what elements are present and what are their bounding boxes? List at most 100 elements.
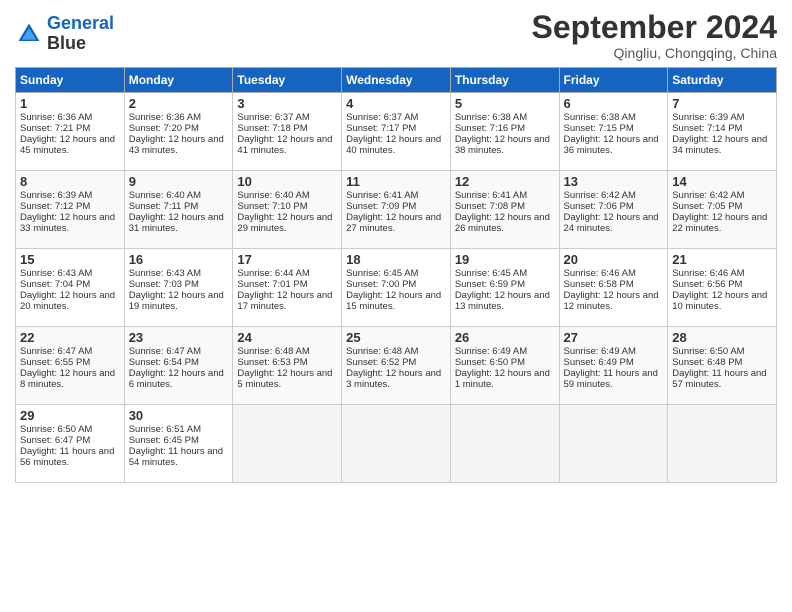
daylight-label: Daylight: 12 hours and 19 minutes. [129, 290, 224, 312]
sunrise-label: Sunrise: 6:47 AM [129, 346, 201, 357]
main-container: General Blue September 2024 Qingliu, Cho… [0, 0, 792, 493]
day-number: 6 [564, 96, 664, 111]
col-thursday: Thursday [450, 68, 559, 93]
day-cell-29: 29Sunrise: 6:50 AMSunset: 6:47 PMDayligh… [16, 405, 125, 483]
sunrise-label: Sunrise: 6:48 AM [237, 346, 309, 357]
day-cell-21: 21Sunrise: 6:46 AMSunset: 6:56 PMDayligh… [668, 249, 777, 327]
day-number: 20 [564, 252, 664, 267]
daylight-label: Daylight: 12 hours and 15 minutes. [346, 290, 441, 312]
sunrise-label: Sunrise: 6:50 AM [672, 346, 744, 357]
sunset-label: Sunset: 7:18 PM [237, 123, 307, 134]
day-number: 10 [237, 174, 337, 189]
sunset-label: Sunset: 7:16 PM [455, 123, 525, 134]
daylight-label: Daylight: 11 hours and 59 minutes. [564, 368, 658, 390]
calendar-week-5: 29Sunrise: 6:50 AMSunset: 6:47 PMDayligh… [16, 405, 777, 483]
sunrise-label: Sunrise: 6:38 AM [564, 112, 636, 123]
sunset-label: Sunset: 6:48 PM [672, 357, 742, 368]
daylight-label: Daylight: 12 hours and 29 minutes. [237, 212, 332, 234]
day-cell-19: 19Sunrise: 6:45 AMSunset: 6:59 PMDayligh… [450, 249, 559, 327]
daylight-label: Daylight: 12 hours and 6 minutes. [129, 368, 224, 390]
header: General Blue September 2024 Qingliu, Cho… [15, 10, 777, 61]
empty-cell [233, 405, 342, 483]
daylight-label: Daylight: 12 hours and 33 minutes. [20, 212, 115, 234]
sunrise-label: Sunrise: 6:36 AM [129, 112, 201, 123]
sunset-label: Sunset: 6:52 PM [346, 357, 416, 368]
day-number: 22 [20, 330, 120, 345]
sunset-label: Sunset: 6:53 PM [237, 357, 307, 368]
day-cell-27: 27Sunrise: 6:49 AMSunset: 6:49 PMDayligh… [559, 327, 668, 405]
day-number: 13 [564, 174, 664, 189]
calendar-table: Sunday Monday Tuesday Wednesday Thursday… [15, 67, 777, 483]
day-number: 12 [455, 174, 555, 189]
daylight-label: Daylight: 12 hours and 34 minutes. [672, 134, 767, 156]
sunrise-label: Sunrise: 6:39 AM [672, 112, 744, 123]
daylight-label: Daylight: 11 hours and 54 minutes. [129, 446, 223, 468]
day-cell-12: 12Sunrise: 6:41 AMSunset: 7:08 PMDayligh… [450, 171, 559, 249]
daylight-label: Daylight: 12 hours and 5 minutes. [237, 368, 332, 390]
sunset-label: Sunset: 7:00 PM [346, 279, 416, 290]
calendar-week-1: 1 Sunrise: 6:36 AM Sunset: 7:21 PM Daylight… [16, 93, 777, 171]
day-cell-1: 1Sunrise: 6:36 AMSunset: 7:21 PMDaylight… [16, 93, 125, 171]
day-cell-26: 26Sunrise: 6:49 AMSunset: 6:50 PMDayligh… [450, 327, 559, 405]
daylight-label: Daylight: 12 hours and 27 minutes. [346, 212, 441, 234]
day-number: 14 [672, 174, 772, 189]
day-cell-20: 20Sunrise: 6:46 AMSunset: 6:58 PMDayligh… [559, 249, 668, 327]
daylight-label: Daylight: 12 hours and 20 minutes. [20, 290, 115, 312]
day-cell-6: 6Sunrise: 6:38 AMSunset: 7:15 PMDaylight… [559, 93, 668, 171]
col-sunday: Sunday [16, 68, 125, 93]
sunset-label: Sunset: 7:20 PM [129, 123, 199, 134]
logo: General Blue [15, 14, 114, 54]
daylight-label: Daylight: 12 hours and 31 minutes. [129, 212, 224, 234]
day-cell-8: 8Sunrise: 6:39 AMSunset: 7:12 PMDaylight… [16, 171, 125, 249]
day-number: 21 [672, 252, 772, 267]
day-number: 1 [20, 96, 120, 111]
day-cell-24: 24Sunrise: 6:48 AMSunset: 6:53 PMDayligh… [233, 327, 342, 405]
sunset-label: Sunset: 6:59 PM [455, 279, 525, 290]
daylight-label: Daylight: 12 hours and 41 minutes. [237, 134, 332, 156]
daylight-label: Daylight: 11 hours and 57 minutes. [672, 368, 766, 390]
sunset-label: Sunset: 7:21 PM [20, 123, 90, 134]
day-number: 8 [20, 174, 120, 189]
col-saturday: Saturday [668, 68, 777, 93]
month-title: September 2024 [532, 10, 777, 45]
sunset-label: Sunset: 6:49 PM [564, 357, 634, 368]
sunset-label: Sunset: 7:09 PM [346, 201, 416, 212]
empty-cell [450, 405, 559, 483]
sunrise-label: Sunrise: 6:44 AM [237, 268, 309, 279]
sunrise-label: Sunrise: 6:40 AM [129, 190, 201, 201]
sunset-label: Sunset: 6:55 PM [20, 357, 90, 368]
sunset-label: Sunset: 6:58 PM [564, 279, 634, 290]
daylight-label: Daylight: 12 hours and 38 minutes. [455, 134, 550, 156]
day-number: 15 [20, 252, 120, 267]
daylight-label: Daylight: 12 hours and 10 minutes. [672, 290, 767, 312]
day-cell-5: 5Sunrise: 6:38 AMSunset: 7:16 PMDaylight… [450, 93, 559, 171]
daylight-label: Daylight: 12 hours and 22 minutes. [672, 212, 767, 234]
sunrise-label: Sunrise: 6:51 AM [129, 424, 201, 435]
day-number: 30 [129, 408, 229, 423]
sunrise-label: Sunrise: 6:43 AM [129, 268, 201, 279]
calendar-week-2: 8Sunrise: 6:39 AMSunset: 7:12 PMDaylight… [16, 171, 777, 249]
day-number: 11 [346, 174, 446, 189]
day-cell-10: 10Sunrise: 6:40 AMSunset: 7:10 PMDayligh… [233, 171, 342, 249]
day-cell-4: 4Sunrise: 6:37 AMSunset: 7:17 PMDaylight… [342, 93, 451, 171]
day-cell-11: 11Sunrise: 6:41 AMSunset: 7:09 PMDayligh… [342, 171, 451, 249]
day-number: 23 [129, 330, 229, 345]
daylight-label: Daylight: 12 hours and 17 minutes. [237, 290, 332, 312]
daylight-label: Daylight: 12 hours and 40 minutes. [346, 134, 441, 156]
sunset-label: Sunset: 7:03 PM [129, 279, 199, 290]
sunset-label: Sunset: 6:54 PM [129, 357, 199, 368]
sunset-label: Sunset: 7:10 PM [237, 201, 307, 212]
day-number: 27 [564, 330, 664, 345]
empty-cell [342, 405, 451, 483]
calendar-week-4: 22 Sunrise: 6:47 AM Sunset: 6:55 PM Dayligh… [16, 327, 777, 405]
day-number: 9 [129, 174, 229, 189]
header-row: Sunday Monday Tuesday Wednesday Thursday… [16, 68, 777, 93]
day-number: 2 [129, 96, 229, 111]
sunset-label: Sunset: 7:12 PM [20, 201, 90, 212]
daylight-label: Daylight: 12 hours and 36 minutes. [564, 134, 659, 156]
day-cell-25: 25Sunrise: 6:48 AMSunset: 6:52 PMDayligh… [342, 327, 451, 405]
sunrise-label: Sunrise: 6:50 AM [20, 424, 92, 435]
day-number: 3 [237, 96, 337, 111]
day-number: 29 [20, 408, 120, 423]
sunrise-label: Sunrise: 6:46 AM [672, 268, 744, 279]
